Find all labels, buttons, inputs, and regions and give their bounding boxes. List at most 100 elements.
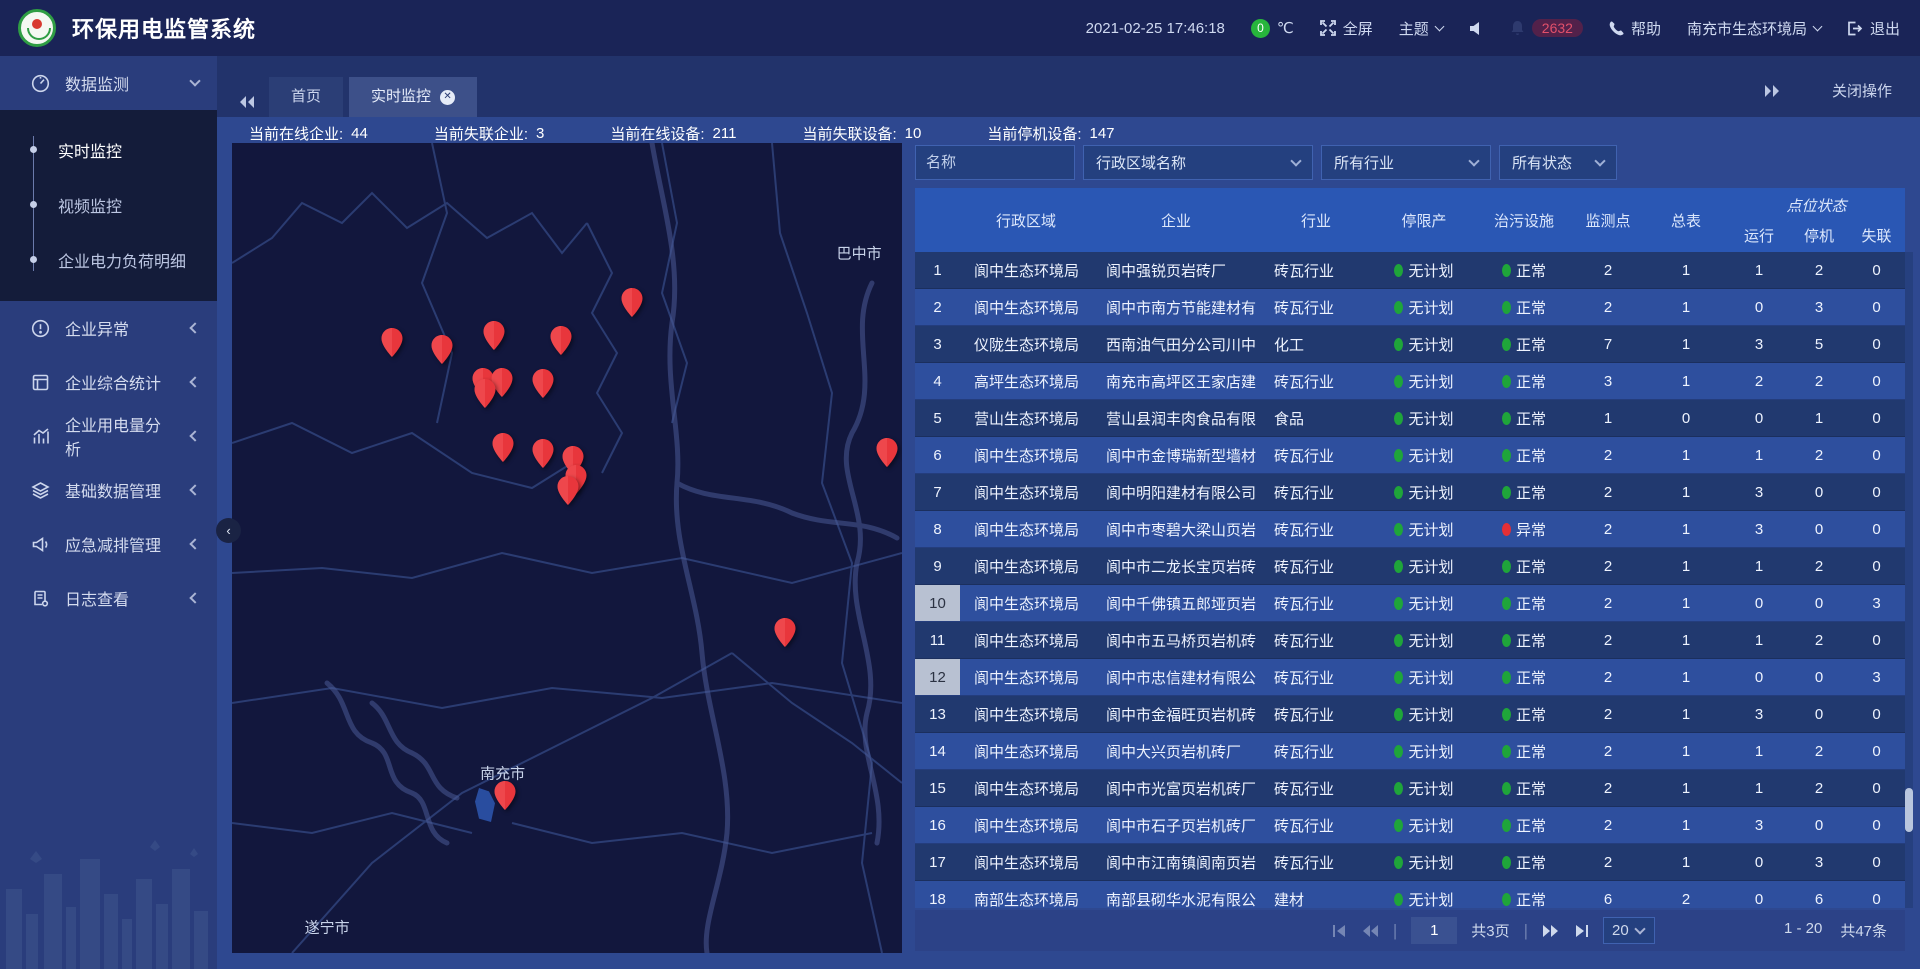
table-row[interactable]: 12阆中生态环境局阆中市忠信建材有限公砖瓦行业无计划正常21003 <box>915 659 1905 696</box>
cell-points: 2 <box>1572 252 1644 288</box>
cell-lost: 0 <box>1848 881 1905 908</box>
dashboard-icon <box>30 373 50 392</box>
table-row[interactable]: 11阆中生态环境局阆中市五马桥页岩机砖砖瓦行业无计划正常21120 <box>915 622 1905 659</box>
sidebar-item-realtime-monitoring[interactable]: 实时监控 <box>0 122 217 177</box>
cell-lost: 0 <box>1848 474 1905 510</box>
table-row[interactable]: 4高坪生态环境局南充市高坪区王家店建砖瓦行业无计划正常31220 <box>915 363 1905 400</box>
cell-points: 2 <box>1572 511 1644 547</box>
status-dot-green <box>1502 634 1511 647</box>
cell-facility-status: 正常 <box>1476 807 1572 843</box>
map-marker-pin[interactable] <box>550 326 571 355</box>
map-marker-pin[interactable] <box>492 433 513 462</box>
table-scrollbar[interactable] <box>1905 252 1913 908</box>
cell-region: 营山生态环境局 <box>960 400 1092 436</box>
table-row[interactable]: 13阆中生态环境局阆中市金福旺页岩机砖砖瓦行业无计划正常21300 <box>915 696 1905 733</box>
tab-realtime-monitoring[interactable]: 实时监控 ✕ <box>349 77 477 117</box>
last-page-button[interactable] <box>1573 924 1589 938</box>
table-row[interactable]: 1阆中生态环境局阆中强锐页岩砖厂砖瓦行业无计划正常21120 <box>915 252 1905 289</box>
map-marker-pin[interactable] <box>494 781 515 810</box>
cell-industry: 建材 <box>1260 881 1372 908</box>
cell-region: 阆中生态环境局 <box>960 511 1092 547</box>
sidebar-item-label: 数据监测 <box>65 71 176 95</box>
tabs-scroll-left-button[interactable] <box>239 95 255 109</box>
column-header-run: 运行 <box>1728 218 1790 252</box>
notification-area[interactable]: 2632 <box>1510 19 1583 37</box>
page-number-input[interactable] <box>1411 917 1457 944</box>
row-index: 1 <box>915 252 960 288</box>
sidebar-item-log-view[interactable]: 日志查看 <box>0 571 217 625</box>
page-size-select[interactable]: 20 <box>1603 917 1655 944</box>
table-row[interactable]: 7阆中生态环境局阆中明阳建材有限公司砖瓦行业无计划正常21300 <box>915 474 1905 511</box>
map-marker-pin[interactable] <box>382 328 403 357</box>
region-filter-select[interactable]: 行政区域名称 <box>1083 145 1313 180</box>
map-marker-pin[interactable] <box>532 439 553 468</box>
tabs-scroll-right-button[interactable] <box>1764 84 1780 98</box>
table-row[interactable]: 2阆中生态环境局阆中市南方节能建材有砖瓦行业无计划正常21030 <box>915 289 1905 326</box>
sidebar-item-enterprise-abnormal[interactable]: 企业异常 <box>0 301 217 355</box>
table-row[interactable]: 16阆中生态环境局阆中市石子页岩机砖厂砖瓦行业无计划正常21300 <box>915 807 1905 844</box>
table-row[interactable]: 6阆中生态环境局阆中市金博瑞新型墙材砖瓦行业无计划正常21120 <box>915 437 1905 474</box>
status-dot-green <box>1502 486 1511 499</box>
mute-button[interactable] <box>1469 21 1484 36</box>
sidebar-collapse-button[interactable]: ‹ <box>216 518 241 543</box>
map-geography <box>232 143 902 953</box>
cell-meters: 1 <box>1644 474 1728 510</box>
map-marker-pin[interactable] <box>431 335 452 364</box>
sidebar-item-data-monitoring[interactable]: 数据监测 <box>0 56 217 110</box>
cell-company: 阆中千佛镇五郎垭页岩 <box>1092 585 1260 621</box>
map-marker-pin[interactable] <box>475 379 496 408</box>
status-filter-select[interactable]: 所有状态 <box>1499 145 1617 180</box>
table-row[interactable]: 17阆中生态环境局阆中市江南镇阆南页岩砖瓦行业无计划正常21030 <box>915 844 1905 881</box>
table-row[interactable]: 9阆中生态环境局阆中市二龙长宝页岩砖砖瓦行业无计划正常21120 <box>915 548 1905 585</box>
table-row[interactable]: 8阆中生态环境局阆中市枣碧大梁山页岩砖瓦行业无计划异常21300 <box>915 511 1905 548</box>
table-row[interactable]: 5营山生态环境局营山县润丰肉食品有限食品无计划正常10010 <box>915 400 1905 437</box>
name-filter-input[interactable] <box>915 145 1075 180</box>
logout-button[interactable]: 退出 <box>1847 18 1900 39</box>
table-row[interactable]: 14阆中生态环境局阆中大兴页岩机砖厂砖瓦行业无计划正常21120 <box>915 733 1905 770</box>
sidebar-item-video-monitoring[interactable]: 视频监控 <box>0 177 217 232</box>
first-page-button[interactable] <box>1332 924 1348 938</box>
table-row[interactable]: 10阆中生态环境局阆中千佛镇五郎垭页岩砖瓦行业无计划正常21003 <box>915 585 1905 622</box>
row-index: 13 <box>915 696 960 732</box>
prev-page-button[interactable] <box>1362 924 1379 938</box>
status-dot-green <box>1394 782 1403 795</box>
cell-limit-status: 无计划 <box>1372 659 1476 695</box>
next-page-button[interactable] <box>1542 924 1559 938</box>
cell-run: 2 <box>1728 363 1790 399</box>
sidebar-item-label: 日志查看 <box>65 586 172 610</box>
scrollbar-thumb[interactable] <box>1905 788 1913 832</box>
column-header-points: 监测点 <box>1572 188 1644 252</box>
cell-run: 0 <box>1728 659 1790 695</box>
map-marker-pin[interactable] <box>557 476 578 505</box>
table-row[interactable]: 15阆中生态环境局阆中市光富页岩机砖厂砖瓦行业无计划正常21120 <box>915 770 1905 807</box>
map-marker-pin[interactable] <box>877 438 898 467</box>
map-marker-pin[interactable] <box>532 369 553 398</box>
table-row[interactable]: 18南部生态环境局南部县砌华水泥有限公建材无计划正常62060 <box>915 881 1905 908</box>
map-marker-pin[interactable] <box>621 288 642 317</box>
industry-filter-select[interactable]: 所有行业 <box>1321 145 1491 180</box>
fullscreen-button[interactable]: 全屏 <box>1320 18 1373 39</box>
sidebar-item-power-usage-analysis[interactable]: 企业用电量分析 <box>0 409 217 463</box>
chevron-left-icon <box>189 484 200 495</box>
map-marker-pin[interactable] <box>774 618 795 647</box>
close-icon[interactable]: ✕ <box>440 90 455 105</box>
help-button[interactable]: 帮助 <box>1609 18 1661 39</box>
sidebar-subitem-label: 视频监控 <box>58 193 122 217</box>
sidebar-item-emergency-reduction[interactable]: 应急减排管理 <box>0 517 217 571</box>
sidebar-item-power-load-detail[interactable]: 企业电力负荷明细 <box>0 232 217 287</box>
close-operations-button[interactable]: 关闭操作 <box>1832 80 1892 101</box>
sidebar-item-base-data-management[interactable]: 基础数据管理 <box>0 463 217 517</box>
table-row[interactable]: 3仪陇生态环境局西南油气田分公司川中化工无计划正常71350 <box>915 326 1905 363</box>
org-dropdown[interactable]: 南充市生态环境局 <box>1687 18 1821 39</box>
cell-facility-status: 正常 <box>1476 474 1572 510</box>
tab-home[interactable]: 首页 <box>269 77 343 117</box>
map-panel[interactable]: 巴中市南充市遂宁市 <box>232 143 902 953</box>
cell-company: 阆中市五马桥页岩机砖 <box>1092 622 1260 658</box>
fullscreen-icon <box>1320 20 1336 36</box>
stat-lost-devices: 当前失联设备:10 <box>802 123 921 144</box>
cell-company: 西南油气田分公司川中 <box>1092 326 1260 362</box>
theme-dropdown[interactable]: 主题 <box>1399 18 1443 39</box>
sidebar-item-enterprise-statistics[interactable]: 企业综合统计 <box>0 355 217 409</box>
row-index: 7 <box>915 474 960 510</box>
map-marker-pin[interactable] <box>483 321 504 350</box>
